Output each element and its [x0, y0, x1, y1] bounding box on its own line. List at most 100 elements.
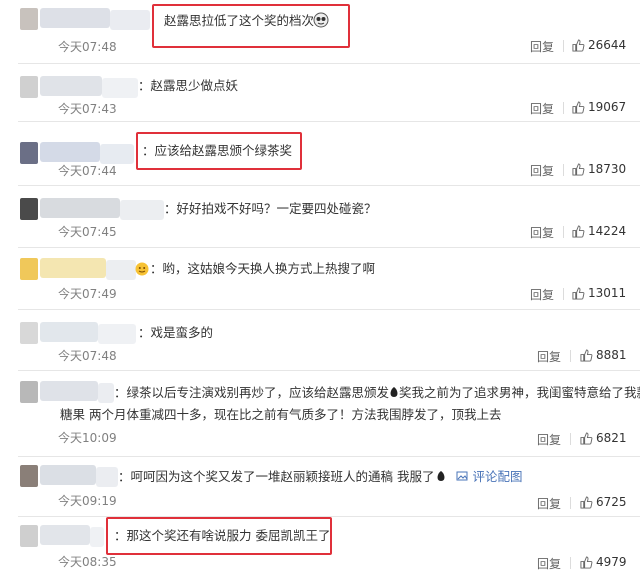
avatar[interactable]: [20, 8, 38, 30]
thumbs-up-icon: [572, 162, 585, 176]
like-count: 6725: [596, 495, 627, 509]
like-count: 8881: [596, 348, 627, 362]
username-redacted: [98, 383, 114, 403]
comment-time: 今天09:19: [58, 494, 117, 508]
award-icon: [390, 387, 398, 397]
avatar[interactable]: [20, 76, 38, 98]
comment-text: ：呵呵因为这个奖又发了一堆赵丽颖接班人的通稿 我服了 评论配图: [118, 468, 522, 486]
comment-text-part: ：绿茶以后专注演戏别再炒了，应该给赵露思颁发: [114, 385, 390, 400]
separator: [570, 433, 571, 445]
reply-button[interactable]: 回复: [537, 431, 561, 448]
separator: [563, 288, 564, 300]
like-button[interactable]: 6725: [580, 495, 627, 509]
like-count: 13011: [588, 286, 627, 300]
thumbs-up-icon: [580, 555, 593, 569]
avatar[interactable]: [20, 465, 38, 487]
like-button[interactable]: 6821: [580, 431, 627, 445]
username-redacted: [40, 8, 110, 28]
username-redacted: [90, 527, 104, 547]
emoji-icon: [313, 12, 329, 28]
picture-icon: [456, 471, 468, 481]
award-icon: [437, 471, 445, 481]
comment-item: ：赵露思少做点妖 今天07:43 回复 19067: [0, 64, 640, 120]
comment-text: ：戏是蛮多的: [138, 325, 214, 340]
comment-text: ：赵露思少做点妖: [138, 78, 239, 93]
comment-time: 今天07:45: [58, 225, 117, 239]
username-redacted: [120, 200, 164, 220]
comment-time: 今天07:43: [58, 102, 117, 116]
thumbs-up-icon: [572, 224, 585, 238]
thumbs-up-icon: [572, 38, 585, 52]
avatar[interactable]: [20, 381, 38, 403]
avatar[interactable]: [20, 525, 38, 547]
username-redacted: [96, 467, 118, 487]
like-button[interactable]: 19067: [572, 100, 626, 114]
username-redacted: [40, 465, 96, 485]
comment-image-link[interactable]: 评论配图: [472, 469, 522, 484]
username-redacted: [102, 78, 138, 98]
comment-text: ：那这个奖还有啥说服力 委屈凯凯王了: [114, 528, 331, 543]
username-redacted: [40, 76, 102, 96]
separator: [570, 557, 571, 569]
comment-text-part: 奖我之前为了追求男神，我闺蜜特意给了我款: [399, 385, 640, 400]
username-redacted: [40, 322, 98, 342]
comment-text: ：应该给赵露思颁个绿茶奖: [142, 143, 293, 158]
emoji-icon: [135, 262, 149, 276]
reply-button[interactable]: 回复: [530, 38, 554, 55]
username-redacted: [100, 144, 134, 164]
comment-item: ：绿茶以后专注演戏别再炒了，应该给赵露思颁发 奖我之前为了追求男神，我闺蜜特意给了…: [0, 371, 640, 455]
username-redacted: [40, 198, 120, 218]
thumbs-up-icon: [572, 286, 585, 300]
like-button[interactable]: 13011: [572, 286, 626, 300]
reply-button[interactable]: 回复: [530, 162, 554, 179]
username-redacted: [106, 260, 136, 280]
comment-time: 今天10:09: [58, 431, 117, 445]
separator: [563, 102, 564, 114]
reply-button[interactable]: 回复: [530, 100, 554, 117]
avatar[interactable]: [20, 142, 38, 164]
comment-item: ：那这个奖还有啥说服力 委屈凯凯王了 今天08:35 回复 4979: [0, 517, 640, 577]
thumbs-up-icon: [580, 348, 593, 362]
avatar[interactable]: [20, 198, 38, 220]
comment-feed: 赵露思拉低了这个奖的档次 今天07:48 回复 26644 ：赵露思少做点妖 今…: [0, 0, 640, 577]
like-count: 4979: [596, 555, 627, 569]
comment-item: ：呵呵因为这个奖又发了一堆赵丽颖接班人的通稿 我服了 评论配图 今天09:19 …: [0, 457, 640, 515]
like-count: 18730: [588, 162, 627, 176]
reply-button[interactable]: 回复: [537, 495, 561, 512]
like-button[interactable]: 18730: [572, 162, 626, 176]
username-redacted: [110, 10, 150, 30]
like-button[interactable]: 14224: [572, 224, 626, 238]
comment-time: 今天07:44: [58, 164, 117, 178]
thumbs-up-icon: [580, 431, 593, 445]
comment-time: 今天07:48: [58, 40, 117, 54]
comment-time: 今天07:48: [58, 349, 117, 363]
like-button[interactable]: 4979: [580, 555, 627, 569]
reply-button[interactable]: 回复: [530, 286, 554, 303]
like-button[interactable]: 26644: [572, 38, 626, 52]
comment-text: 赵露思拉低了这个奖的档次: [164, 13, 315, 28]
comment-item: ：应该给赵露思颁个绿茶奖 今天07:44 回复 18730: [0, 122, 640, 184]
comment-text-line2: 糖果 两个月体重减四十多，现在比之前有气质多了！方法我围脖发了，顶我上去: [60, 407, 502, 422]
comment-text: ：好好拍戏不好吗？一定要四处碰瓷？: [164, 201, 377, 216]
username-redacted: [40, 142, 100, 162]
avatar[interactable]: [20, 322, 38, 344]
thumbs-up-icon: [572, 100, 585, 114]
like-button[interactable]: 8881: [580, 348, 627, 362]
comment-text: ：哟，这姑娘今天换人换方式上热搜了啊: [150, 261, 376, 276]
separator: [563, 40, 564, 52]
reply-button[interactable]: 回复: [537, 555, 561, 572]
reply-button[interactable]: 回复: [530, 224, 554, 241]
username-redacted: [40, 525, 90, 545]
reply-button[interactable]: 回复: [537, 348, 561, 365]
username-redacted: [40, 258, 106, 278]
avatar[interactable]: [20, 258, 38, 280]
like-count: 14224: [588, 224, 627, 238]
comment-time: 今天08:35: [58, 555, 117, 569]
comment-item: 赵露思拉低了这个奖的档次 今天07:48 回复 26644: [0, 0, 640, 62]
comment-item: ：哟，这姑娘今天换人换方式上热搜了啊 今天07:49 回复 13011: [0, 248, 640, 308]
like-count: 26644: [588, 38, 627, 52]
comment-time: 今天07:49: [58, 287, 117, 301]
comment-item: ：戏是蛮多的 今天07:48 回复 8881: [0, 310, 640, 368]
username-redacted: [40, 381, 98, 401]
like-count: 19067: [588, 100, 627, 114]
